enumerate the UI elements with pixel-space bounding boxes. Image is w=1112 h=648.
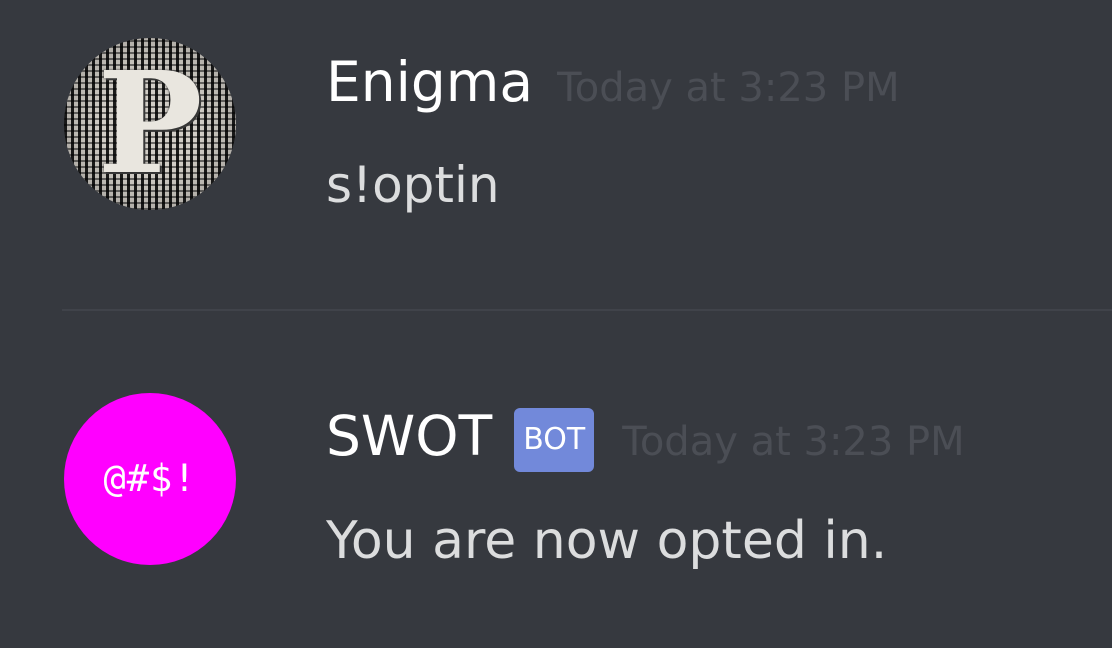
username[interactable]: Enigma <box>326 44 533 120</box>
bot-badge: BOT <box>514 408 595 472</box>
username[interactable]: SWOT <box>326 398 492 474</box>
message-divider <box>62 309 1112 311</box>
avatar-letter: P <box>97 42 203 206</box>
message-content: You are now opted in. <box>326 511 888 571</box>
avatar-text: @#$! <box>103 457 197 500</box>
message-item: P Enigma Today at 3:23 PM s!optin <box>0 0 1112 300</box>
message-header: Enigma Today at 3:23 PM <box>326 44 900 120</box>
bot-avatar-icon[interactable]: @#$! <box>64 393 236 565</box>
timestamp: Today at 3:23 PM <box>557 65 900 111</box>
timestamp: Today at 3:23 PM <box>622 419 965 465</box>
message-content: s!optin <box>326 156 500 214</box>
message-header: SWOT BOT Today at 3:23 PM <box>326 398 965 474</box>
message-item: @#$! SWOT BOT Today at 3:23 PM You are n… <box>0 320 1112 648</box>
chat-messages: P Enigma Today at 3:23 PM s!optin @#$! S… <box>0 0 1112 648</box>
user-avatar-icon[interactable]: P <box>64 38 236 210</box>
